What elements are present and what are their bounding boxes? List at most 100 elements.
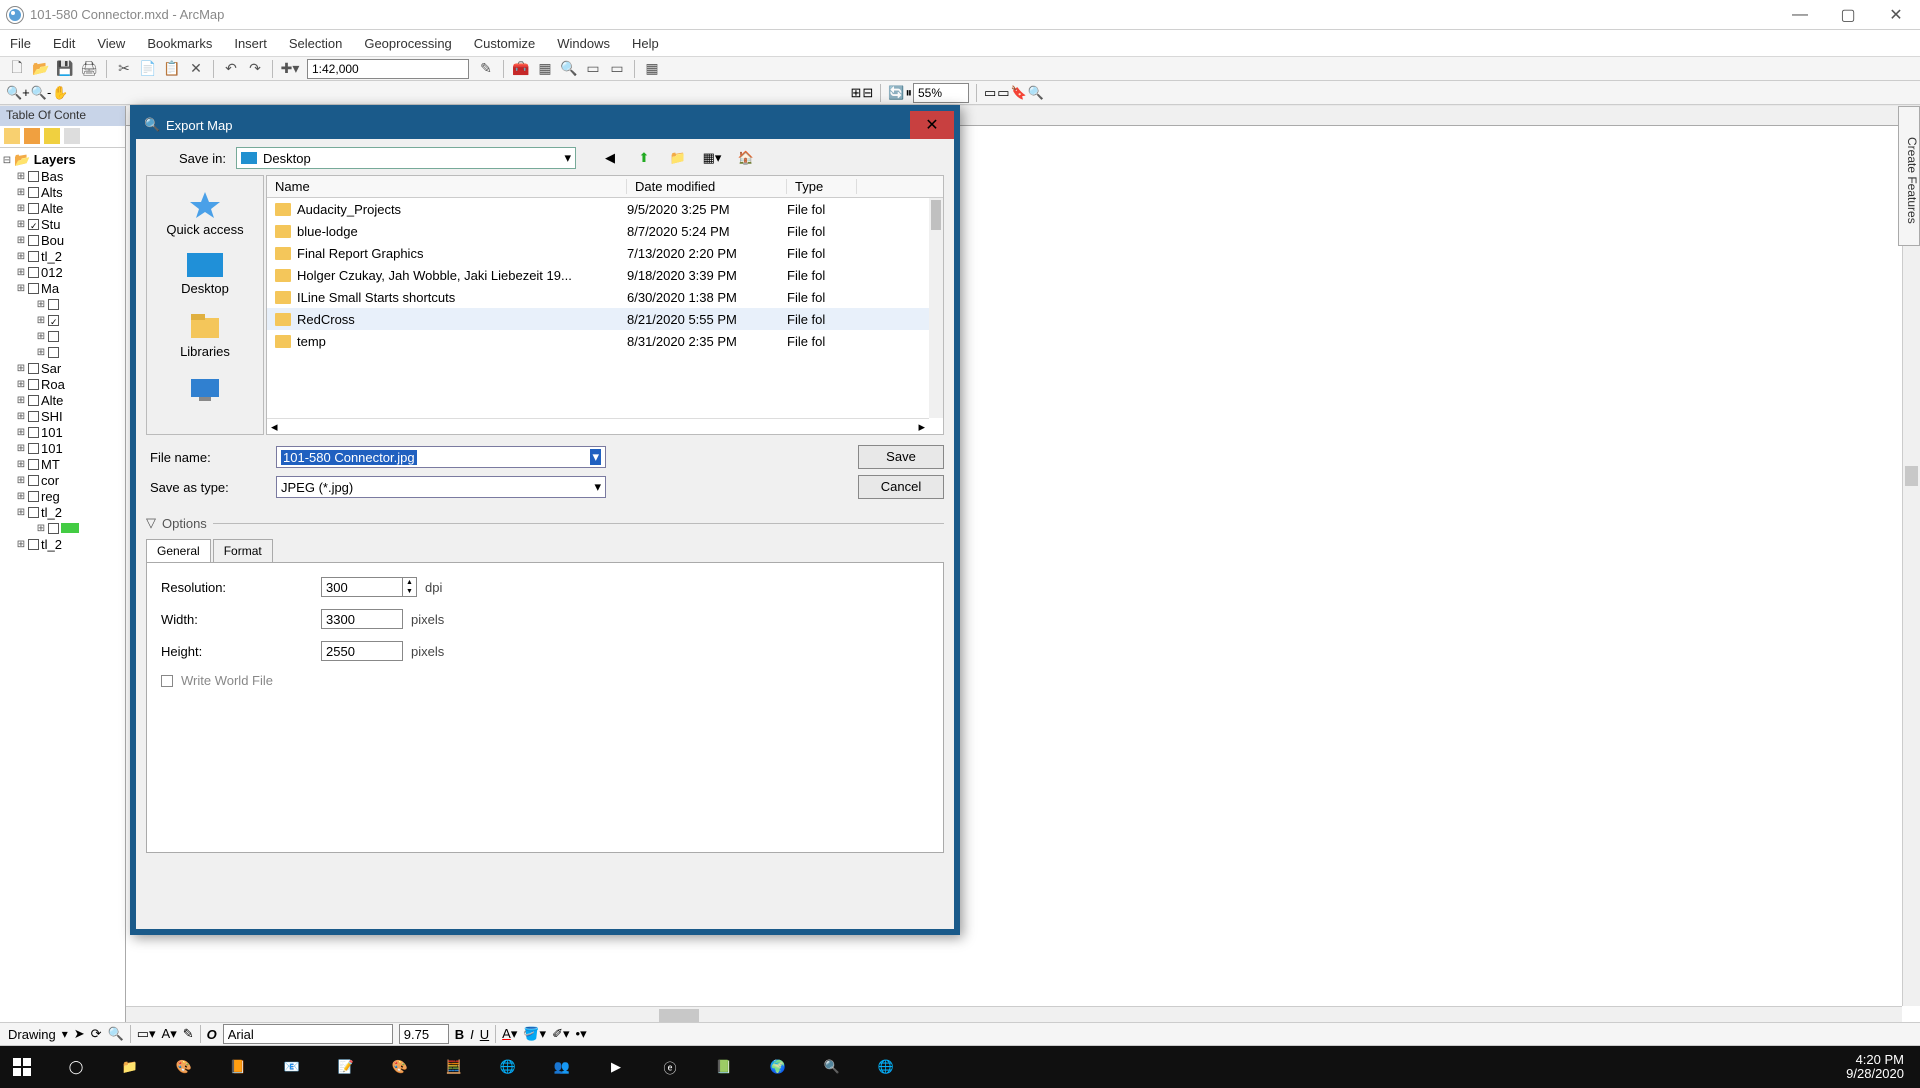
toc-layer-item[interactable]: ⊞101 [2,424,123,440]
file-row[interactable]: Audacity_Projects9/5/2020 3:25 PMFile fo… [267,198,943,220]
menu-insert[interactable]: Insert [234,36,267,51]
resolution-spinner[interactable]: ▲▼ [403,577,417,597]
select-elements-icon[interactable]: ➤ [74,1026,85,1042]
search-icon[interactable]: 🔍 [558,59,580,79]
system-tray[interactable]: 4:20 PM 9/28/2020 [1846,1053,1912,1081]
place-this-pc[interactable] [187,369,223,413]
outlook-icon[interactable]: 📧 [278,1053,306,1081]
redo-icon[interactable]: ↷ [244,59,266,79]
up-icon[interactable]: ⬆ [634,148,654,168]
model-icon[interactable]: ▭ [606,59,628,79]
editor-icon[interactable]: ✎ [475,59,497,79]
font-combo[interactable] [223,1024,393,1044]
bold-icon[interactable]: B [455,1027,464,1042]
pause-icon[interactable]: ⏸ [905,85,912,101]
copy-icon[interactable]: 📄 [137,59,159,79]
home-icon[interactable]: 🏠 [736,148,756,168]
pan-icon[interactable]: ✋ [52,85,68,101]
toc-layer-item[interactable]: ⊞ [2,344,123,360]
fill-color-icon[interactable]: 🪣▾ [523,1026,546,1042]
dialog-close-button[interactable]: ✕ [910,111,954,139]
start-icon[interactable] [8,1053,36,1081]
file-row[interactable]: Final Report Graphics7/13/2020 2:20 PMFi… [267,242,943,264]
rectangle-icon[interactable]: ▭▾ [137,1026,156,1042]
options-expander[interactable]: ▽ Options [146,515,944,531]
toc-layer-item[interactable]: ⊞ [2,296,123,312]
col-type[interactable]: Type [787,179,857,194]
ie-icon[interactable]: ⓔ [656,1053,684,1081]
line-color-icon[interactable]: ✐▾ [552,1026,569,1042]
zoom-out-icon[interactable]: 🔍- [31,85,52,101]
find-icon[interactable]: 🔍 [1028,85,1044,101]
toc-layer-item[interactable]: ⊞tl_2 [2,504,123,520]
toc-layer-item[interactable]: ⊞MT [2,456,123,472]
maximize-button[interactable]: ▢ [1824,0,1872,29]
bookmark-icon[interactable]: 🔖 [1011,85,1027,101]
arccatalog-icon[interactable]: 🔍 [818,1053,846,1081]
world-file-checkbox[interactable] [161,675,173,687]
toc-layer-item[interactable]: ⊞Bas [2,168,123,184]
file-row[interactable]: ILine Small Starts shortcuts6/30/2020 1:… [267,286,943,308]
menu-file[interactable]: File [10,36,31,51]
menu-geoprocessing[interactable]: Geoprocessing [364,36,451,51]
delete-icon[interactable]: ✕ [185,59,207,79]
excel-icon[interactable]: 📗 [710,1053,738,1081]
col-name[interactable]: Name [267,179,627,194]
dialog-titlebar[interactable]: 🔍 Export Map ✕ [136,111,954,139]
fixed-zoom-icon[interactable]: ⊟ [862,85,873,101]
file-row[interactable]: Holger Czukay, Jah Wobble, Jaki Liebezei… [267,264,943,286]
undo-icon[interactable]: ↶ [220,59,242,79]
new-folder-icon[interactable]: 📁 [668,148,688,168]
table-icon[interactable]: ▦ [641,59,663,79]
chrome-icon[interactable]: 🌐 [494,1053,522,1081]
toc-layer-item[interactable]: ⊞ [2,520,123,536]
toc-layer-item[interactable]: ⊞ [2,312,123,328]
save-type-combo[interactable]: JPEG (*.jpg)▾ [276,476,606,498]
italic-icon[interactable]: I [470,1027,474,1042]
toc-layer-item[interactable]: ⊞Alts [2,184,123,200]
cortana-icon[interactable]: ◯ [62,1053,90,1081]
file-explorer-icon[interactable]: 📁 [116,1053,144,1081]
list-by-drawing-icon[interactable] [4,128,20,144]
menu-windows[interactable]: Windows [557,36,610,51]
toc-tree[interactable]: ⊟📂 Layers⊞Bas⊞Alts⊞Alte⊞Stu⊞Bou⊞tl_2⊞012… [0,148,125,1024]
menu-edit[interactable]: Edit [53,36,75,51]
toc-layer-item[interactable]: ⊞101 [2,440,123,456]
toolbox-icon[interactable]: 🧰 [510,59,532,79]
toc-layer-item[interactable]: ⊞tl_2 [2,536,123,552]
zoom-icon[interactable]: 🔍 [108,1026,124,1042]
paint-icon[interactable]: 🎨 [170,1053,198,1081]
view-menu-icon[interactable]: ▦▾ [702,148,722,168]
data-view-icon[interactable]: ▭ [984,85,996,101]
add-data-icon[interactable]: ✚▾ [279,59,301,79]
save-icon[interactable]: 💾 [54,59,76,79]
width-input[interactable] [321,609,403,629]
teams-icon[interactable]: 👥 [548,1053,576,1081]
rotate-icon[interactable]: ⟳ [91,1026,102,1042]
toc-layer-item[interactable]: ⊞Roa [2,376,123,392]
catalog-icon[interactable]: ▦ [534,59,556,79]
open-icon[interactable]: 📂 [30,59,52,79]
place-desktop[interactable]: Desktop [181,247,229,302]
toc-layer-item[interactable]: ⊞Sar [2,360,123,376]
height-input[interactable] [321,641,403,661]
scale-combo[interactable] [307,59,469,79]
close-button[interactable]: ✕ [1872,0,1920,29]
place-quick-access[interactable]: Quick access [166,184,243,243]
menu-view[interactable]: View [97,36,125,51]
toc-layer-item[interactable]: ⊞012 [2,264,123,280]
list-by-selection-icon[interactable] [64,128,80,144]
menu-selection[interactable]: Selection [289,36,342,51]
print-icon[interactable]: 🖨 [78,59,100,79]
edit-vertices-icon[interactable]: ✎ [183,1026,194,1042]
font-color-icon[interactable]: A▾ [502,1026,517,1042]
resolution-input[interactable] [321,577,403,597]
full-extent-icon[interactable]: ⊞ [850,85,861,101]
col-date[interactable]: Date modified [627,179,787,194]
text-icon[interactable]: A▾ [162,1026,177,1042]
layout-view-icon[interactable]: ▭ [997,85,1009,101]
file-row[interactable]: blue-lodge8/7/2020 5:24 PMFile fol [267,220,943,242]
list-by-source-icon[interactable] [24,128,40,144]
file-list[interactable]: Name Date modified Type Audacity_Project… [266,175,944,435]
file-name-input[interactable]: 101-580 Connector.jpg▾ [276,446,606,468]
